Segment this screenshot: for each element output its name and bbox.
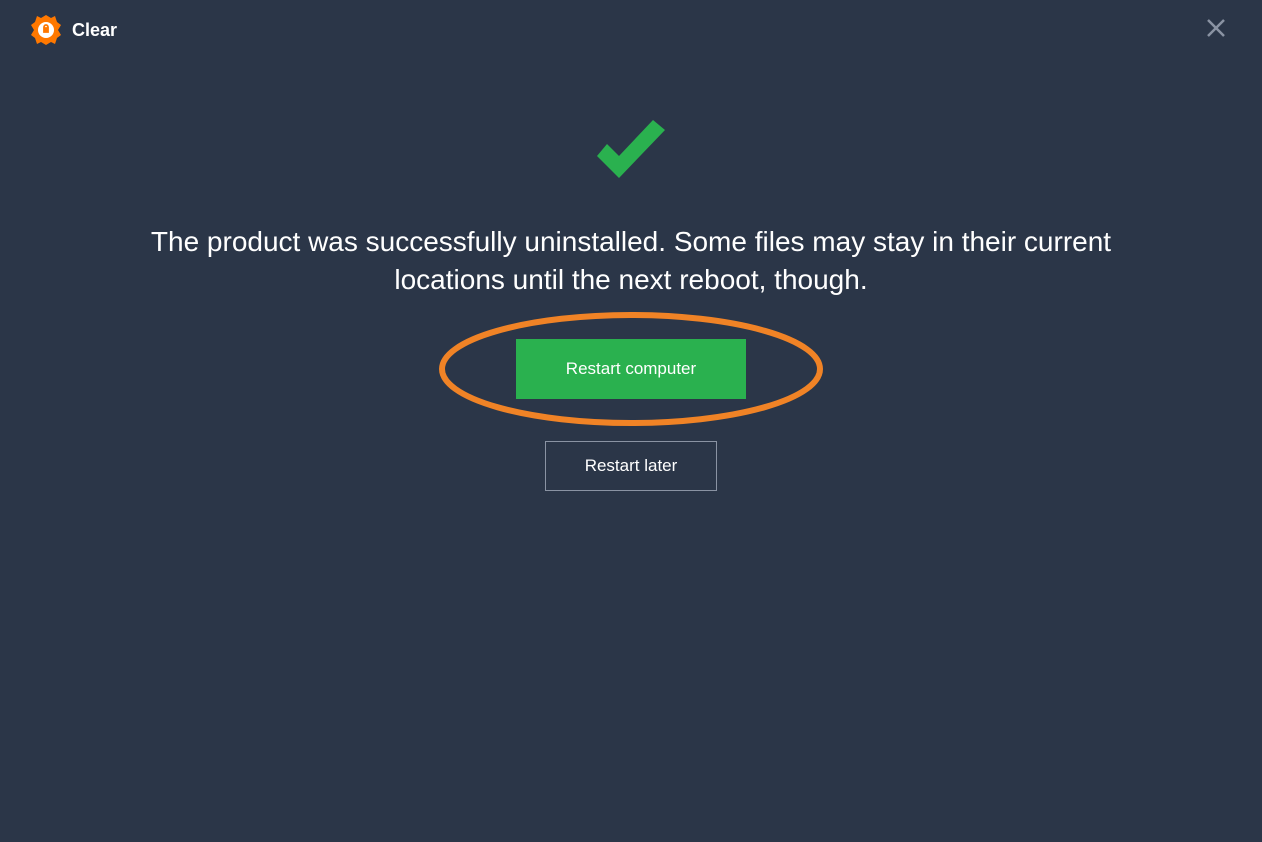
- avast-logo-icon: [30, 14, 62, 46]
- secondary-button-wrapper: Restart later: [545, 441, 717, 491]
- close-button[interactable]: [1200, 14, 1232, 46]
- status-message: The product was successfully uninstalled…: [141, 223, 1121, 299]
- primary-button-wrapper: Restart computer: [516, 339, 746, 399]
- app-title: Clear: [72, 20, 117, 41]
- checkmark-icon: [591, 120, 671, 188]
- restart-computer-button[interactable]: Restart computer: [516, 339, 746, 399]
- main-content: The product was successfully uninstalled…: [0, 100, 1262, 491]
- close-icon: [1204, 16, 1228, 45]
- restart-later-button[interactable]: Restart later: [545, 441, 717, 491]
- logo-area: Clear: [30, 14, 117, 46]
- header: Clear: [0, 0, 1262, 60]
